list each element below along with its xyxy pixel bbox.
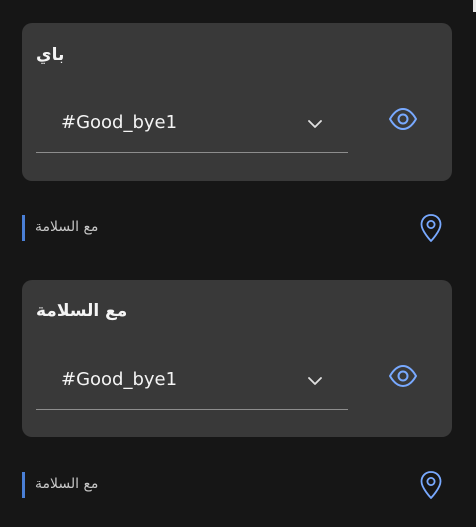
note-text: مع السلامة <box>35 476 99 492</box>
page: باي #Good_bye1 مع السلامة مع السلامة #Go… <box>0 0 476 527</box>
message-card-2: مع السلامة #Good_bye1 <box>22 280 452 437</box>
message-select[interactable]: #Good_bye1 <box>36 96 348 153</box>
note-accent-bar <box>22 215 25 241</box>
note-accent-bar <box>22 472 25 498</box>
message-card-1: باي #Good_bye1 <box>22 23 452 181</box>
location-note-2: مع السلامة <box>22 470 452 500</box>
eye-icon[interactable] <box>388 361 418 391</box>
card-title: باي <box>36 45 65 65</box>
select-value: #Good_bye1 <box>61 112 178 133</box>
chevron-down-icon <box>308 120 322 128</box>
location-pin-icon[interactable] <box>418 470 444 500</box>
location-pin-icon[interactable] <box>418 213 444 243</box>
message-select[interactable]: #Good_bye1 <box>36 353 348 410</box>
chevron-down-icon <box>308 377 322 385</box>
card-title: مع السلامة <box>36 301 128 321</box>
note-text: مع السلامة <box>35 219 99 235</box>
location-note-1: مع السلامة <box>22 213 452 243</box>
eye-icon[interactable] <box>388 104 418 134</box>
select-value: #Good_bye1 <box>61 369 178 390</box>
